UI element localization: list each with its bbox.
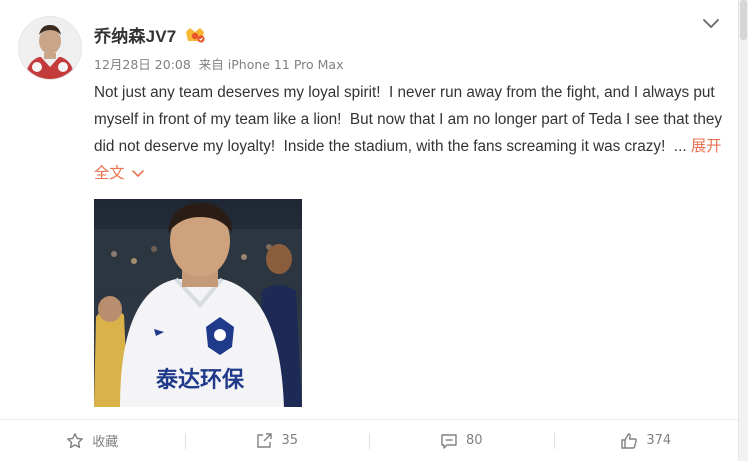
post-text: Not just any team deserves my loyal spir… [94,79,724,187]
post-photo[interactable]: 泰达环保 [94,199,302,407]
author-row: 乔纳森JV7 [94,22,206,47]
favorite-label: 收藏 [92,435,119,450]
chevron-down-icon [131,170,144,178]
vip-badge-icon[interactable] [184,26,206,44]
shirt-sponsor-text: 泰达环保 [155,368,245,393]
star-icon [67,432,84,448]
post-meta: 12月28日 20:08 来自 iPhone 11 Pro Max [94,54,347,73]
weibo-post-card: 乔纳森JV7 12月28日 20:08 来自 iPhone 11 Pro Max… [0,0,739,461]
author-name[interactable]: 乔纳森JV7 [94,22,176,47]
post-text-body: Not just any team deserves my loyal spir… [94,84,727,155]
action-bar: 收藏 35 80 374 [0,420,738,461]
scrollbar-thumb[interactable] [740,0,747,40]
thumbs-up-icon [621,432,638,449]
post-date[interactable]: 12月28日 20:08 [94,57,191,72]
favorite-button[interactable]: 收藏 [0,420,185,461]
avatar[interactable] [18,16,82,80]
post-source: 来自 iPhone 11 Pro Max [198,57,344,72]
repost-icon [257,432,273,448]
repost-count: 35 [281,433,299,448]
comment-button[interactable]: 80 [369,420,554,461]
like-count: 374 [646,433,672,448]
comment-icon [441,433,457,449]
scrollbar[interactable] [739,0,748,461]
repost-button[interactable]: 35 [184,420,370,461]
comment-count: 80 [465,433,483,448]
like-button[interactable]: 374 [553,420,739,461]
chevron-down-icon[interactable] [700,14,722,32]
